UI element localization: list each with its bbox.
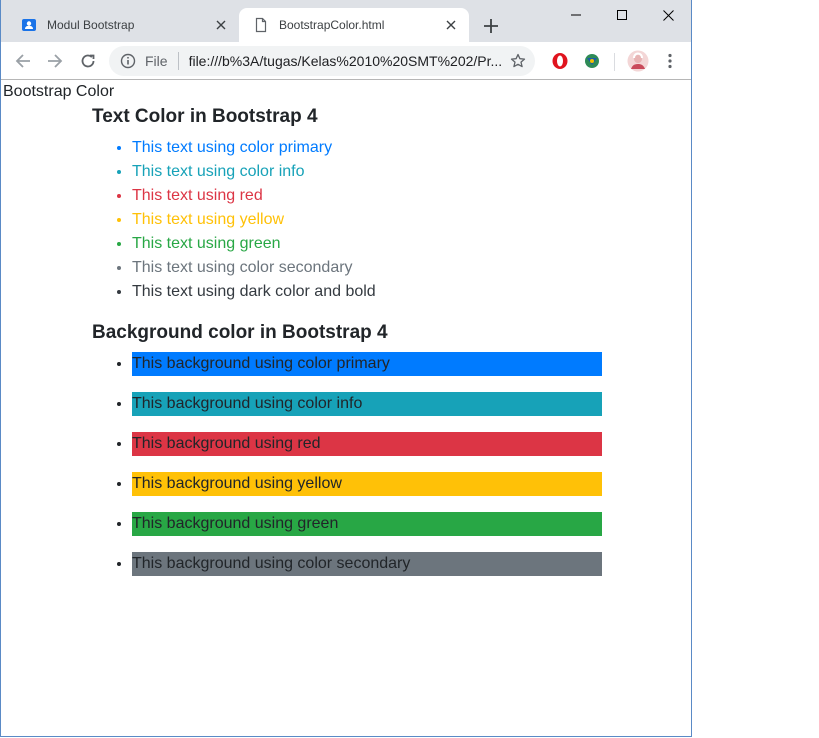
tab-title: BootstrapColor.html: [279, 18, 385, 32]
info-icon[interactable]: [120, 53, 136, 69]
list-item: This background using color info: [132, 392, 602, 432]
list-item-text: This text using dark color and bold: [132, 283, 376, 300]
list-item-text: This text using red: [132, 187, 263, 204]
idm-icon[interactable]: [578, 47, 606, 75]
list-item-text: This background using color info: [132, 392, 602, 416]
window-close-button[interactable]: [645, 0, 691, 30]
close-icon[interactable]: [443, 17, 459, 33]
back-button[interactable]: [9, 47, 37, 75]
list-item-text: This background using red: [132, 432, 602, 456]
tab-bootstrapcolor[interactable]: BootstrapColor.html: [239, 8, 469, 42]
close-icon: [662, 9, 674, 21]
contact-card-icon: [21, 17, 37, 33]
browser-window: Modul Bootstrap BootstrapColor.html File…: [0, 0, 692, 737]
list-item-text: This text using green: [132, 235, 281, 252]
reload-icon: [81, 54, 95, 68]
list-item: This text using red: [132, 185, 376, 209]
text-color-heading: Text Color in Bootstrap 4: [92, 106, 318, 127]
new-tab-button[interactable]: [479, 14, 503, 38]
list-item-text: This background using green: [132, 512, 602, 536]
close-icon[interactable]: [213, 17, 229, 33]
file-icon: [253, 17, 269, 33]
arrow-right-icon: [48, 54, 63, 68]
maximize-button[interactable]: [599, 0, 645, 30]
kebab-menu-icon: [668, 53, 672, 69]
text-color-list: This text using color primary This text …: [92, 137, 376, 305]
list-item: This text using yellow: [132, 209, 376, 233]
maximize-icon: [617, 10, 627, 20]
scheme-label: File: [145, 53, 168, 69]
list-item-text: This text using color primary: [132, 139, 333, 156]
list-item: This text using color info: [132, 161, 376, 185]
list-item: This background using color secondary: [132, 552, 602, 592]
toolbar-divider: [614, 53, 615, 71]
list-item: This text using color secondary: [132, 257, 376, 281]
tab-strip: Modul Bootstrap BootstrapColor.html: [1, 0, 691, 42]
list-item-text: This text using yellow: [132, 211, 285, 228]
omnibox-separator: [177, 52, 179, 70]
list-item: This text using green: [132, 233, 376, 257]
list-item-text: This text using color info: [132, 163, 305, 180]
list-item: This background using yellow: [132, 472, 602, 512]
list-item-text: This background using yellow: [132, 472, 602, 496]
forward-button[interactable]: [41, 47, 69, 75]
list-item-text: This background using color primary: [132, 352, 602, 376]
bookmark-star-icon[interactable]: [501, 46, 535, 76]
menu-button[interactable]: [656, 47, 684, 75]
tab-modul-bootstrap[interactable]: Modul Bootstrap: [9, 8, 239, 42]
browser-toolbar: File file:///b%3A/tugas/Kelas%2010%20SMT…: [1, 42, 691, 80]
list-item: This background using green: [132, 512, 602, 552]
arrow-left-icon: [15, 54, 30, 68]
list-item: This background using color primary: [132, 352, 602, 392]
list-item-text: This background using color secondary: [132, 552, 602, 576]
page-content: Bootstrap Color Text Color in Bootstrap …: [2, 80, 691, 736]
tab-title: Modul Bootstrap: [47, 18, 135, 32]
list-item: This text using color primary: [132, 137, 376, 161]
avatar[interactable]: [624, 47, 652, 75]
minimize-button[interactable]: [553, 0, 599, 30]
list-item: This background using red: [132, 432, 602, 472]
url-text[interactable]: file:///b%3A/tugas/Kelas%2010%20SMT%202/…: [189, 53, 501, 69]
plus-icon: [484, 19, 498, 33]
reload-button[interactable]: [74, 47, 102, 75]
list-item-text: This text using color secondary: [132, 259, 353, 276]
list-item: This text using dark color and bold: [132, 281, 376, 305]
minimize-icon: [571, 14, 581, 16]
background-color-heading: Background color in Bootstrap 4: [92, 322, 388, 343]
opera-icon[interactable]: [546, 47, 574, 75]
address-bar[interactable]: File file:///b%3A/tugas/Kelas%2010%20SMT…: [109, 46, 535, 76]
page-title: Bootstrap Color: [3, 83, 115, 100]
background-color-list: This background using color primary This…: [92, 352, 602, 592]
